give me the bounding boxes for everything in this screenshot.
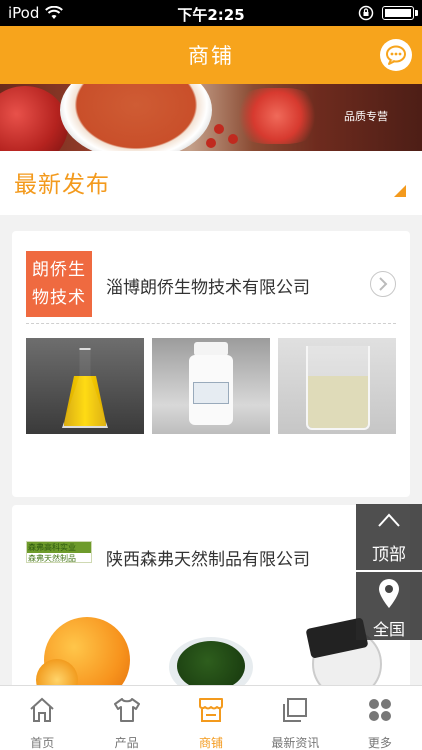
company-card-header[interactable]: 朗侨生物技术 淄博朗侨生物技术有限公司 — [12, 231, 410, 323]
banner-berry — [228, 134, 238, 144]
tab-products[interactable]: 产品 — [84, 686, 168, 750]
product-list — [26, 338, 396, 434]
page-title: 商铺 — [188, 44, 234, 68]
company-card-header[interactable]: 森弗高科实业 森弗天然制品 陕西森弗天然制品有限公司 — [12, 505, 410, 597]
home-icon — [30, 697, 54, 722]
back-to-top-button[interactable]: 顶部 — [356, 504, 422, 570]
divider — [26, 323, 396, 324]
chevron-up-icon — [378, 513, 400, 527]
app-header: 商铺 — [0, 26, 422, 84]
rotation-lock-icon — [358, 5, 374, 21]
company-logo: 朗侨生物技术 — [26, 251, 92, 317]
tab-news[interactable]: 最新资讯 — [253, 686, 337, 750]
company-logo-text: 森弗高科实业 — [28, 543, 76, 552]
company-name[interactable]: 陕西森弗天然制品有限公司 — [106, 545, 310, 570]
tab-label: 商铺 — [199, 736, 224, 750]
battery-icon — [382, 6, 418, 20]
corner-triangle-icon — [394, 185, 406, 197]
banner-berry — [214, 124, 224, 134]
tab-more[interactable]: 更多 — [338, 686, 422, 750]
tab-label: 产品 — [114, 736, 139, 750]
chat-bubble-icon — [386, 45, 406, 65]
banner-apple-image — [0, 86, 68, 151]
bottom-tab-bar: 首页 产品 商铺 最新资讯 更多 — [0, 685, 422, 750]
company-card[interactable]: 朗侨生物技术 淄博朗侨生物技术有限公司 — [12, 231, 410, 497]
product-image[interactable] — [26, 338, 144, 434]
company-card[interactable]: 森弗高科实业 森弗天然制品 陕西森弗天然制品有限公司 — [12, 505, 410, 705]
banner-tag: 品质专营 — [344, 110, 388, 123]
tab-shop[interactable]: 商铺 — [169, 686, 253, 750]
banner-flower-image — [232, 88, 322, 144]
status-right — [358, 5, 418, 21]
shirt-icon — [113, 698, 140, 722]
promo-banner[interactable]: 品质专营 — [0, 84, 422, 151]
back-to-top-label: 顶部 — [372, 545, 406, 565]
product-image[interactable] — [278, 338, 396, 434]
status-bar: iPod 下午2:25 — [0, 0, 422, 26]
shop-icon — [199, 698, 224, 722]
company-name[interactable]: 淄博朗侨生物技术有限公司 — [106, 273, 310, 298]
tab-home[interactable]: 首页 — [0, 686, 84, 750]
company-logo-text: 森弗天然制品 — [28, 554, 76, 563]
news-icon — [283, 698, 308, 722]
section-header: 最新发布 — [0, 151, 422, 215]
banner-berry — [206, 138, 216, 148]
tab-label: 首页 — [30, 736, 55, 750]
tab-label: 最新资讯 — [271, 736, 320, 750]
company-logo: 森弗高科实业 森弗天然制品 — [26, 541, 92, 563]
banner-bowl-image — [60, 84, 212, 151]
location-pin-icon — [379, 579, 399, 608]
tab-label: 更多 — [367, 736, 392, 750]
section-title: 最新发布 — [14, 172, 110, 198]
chevron-right-icon[interactable] — [370, 271, 396, 297]
nationwide-button[interactable]: 全国 — [356, 572, 422, 640]
grid-icon — [368, 699, 391, 721]
company-logo-text: 朗侨生物技术 — [32, 260, 86, 308]
nationwide-label: 全国 — [372, 620, 405, 639]
product-image[interactable] — [152, 338, 270, 434]
chat-button[interactable] — [380, 39, 412, 71]
